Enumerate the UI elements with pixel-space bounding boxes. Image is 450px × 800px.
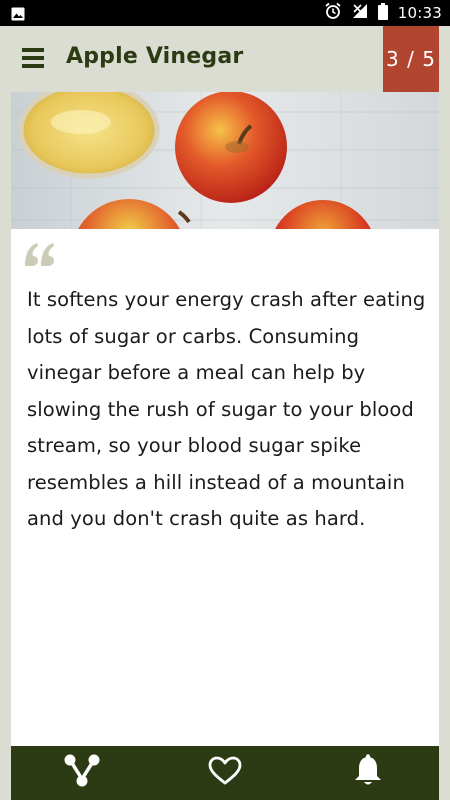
content-card: It softens your energy crash after eatin… [11, 92, 439, 746]
notifications-button[interactable] [333, 746, 403, 800]
tip-text: It softens your energy crash after eatin… [27, 288, 426, 530]
signal-icon [352, 3, 368, 23]
quote-icon [23, 240, 55, 268]
page-counter-badge: 3 / 5 [383, 26, 439, 92]
page-title: Apple Vinegar [66, 44, 244, 69]
menu-button[interactable] [22, 48, 44, 68]
alarm-icon [324, 2, 342, 24]
status-bar: 10:33 [0, 0, 450, 26]
bell-icon [352, 754, 384, 792]
menu-icon-bar [22, 48, 44, 52]
share-button[interactable] [47, 746, 117, 800]
battery-icon [377, 2, 388, 24]
menu-icon-bar [22, 56, 44, 60]
bottom-action-bar [11, 746, 439, 800]
image-icon [11, 6, 25, 25]
apples-and-vinegar-photo [11, 92, 439, 229]
favorite-button[interactable] [190, 746, 260, 800]
menu-icon-bar [22, 64, 44, 68]
share-icon [62, 753, 102, 793]
clock-time: 10:33 [397, 4, 442, 22]
heart-icon [208, 756, 242, 790]
